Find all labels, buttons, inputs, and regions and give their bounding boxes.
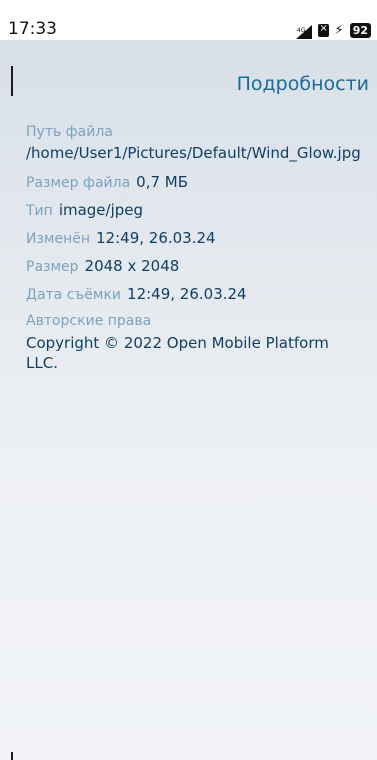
detail-dimensions: Размер 2048 x 2048 — [26, 257, 363, 277]
detail-dimensions-value: 2048 x 2048 — [84, 257, 180, 275]
status-time: 17:33 — [8, 19, 57, 39]
page-title: Подробности — [236, 73, 369, 95]
detail-type-value: image/jpeg — [58, 201, 144, 219]
detail-path-value: /home/User1/Pictures/Default/Wind_Glow.j… — [26, 144, 361, 162]
detail-taken-label: Дата съёмки — [26, 287, 122, 303]
detail-dimensions-label: Размер — [26, 259, 79, 275]
back-indicator[interactable] — [11, 66, 13, 96]
detail-type: Тип image/jpeg — [26, 201, 363, 221]
detail-file-size-label: Размер файла — [26, 175, 131, 191]
detail-copyright-label: Авторские права — [26, 313, 152, 329]
detail-taken-value: 12:49, 26.03.24 — [127, 285, 247, 303]
charging-bolt-icon: ⚡ — [334, 23, 344, 38]
status-icons: 4G ⚡ 92 — [295, 23, 371, 39]
details-list: Путь файла /home/User1/Pictures/Default/… — [26, 124, 363, 381]
detail-taken: Дата съёмки 12:49, 26.03.24 — [26, 285, 363, 305]
status-bar: 17:33 4G ⚡ 92 — [0, 0, 377, 40]
bottom-indicator — [11, 752, 13, 760]
battery-badge: 92 — [349, 23, 371, 38]
detail-file-size: Размер файла 0,7 МБ — [26, 173, 363, 193]
detail-modified: Изменён 12:49, 26.03.24 — [26, 229, 363, 249]
detail-file-size-value: 0,7 МБ — [136, 173, 189, 191]
network-type-label: 4G — [297, 27, 306, 34]
detail-copyright: Авторские права Copyright © 2022 Open Mo… — [26, 313, 363, 373]
detail-path: Путь файла /home/User1/Pictures/Default/… — [26, 124, 363, 163]
detail-type-label: Тип — [26, 203, 53, 219]
detail-modified-label: Изменён — [26, 231, 91, 247]
detail-copyright-value: Copyright © 2022 Open Mobile Platform LL… — [26, 334, 329, 372]
detail-path-label: Путь файла — [26, 124, 113, 140]
signal-icon: 4G — [295, 24, 312, 39]
detail-modified-value: 12:49, 26.03.24 — [96, 229, 216, 247]
sim-icon — [317, 23, 329, 37]
